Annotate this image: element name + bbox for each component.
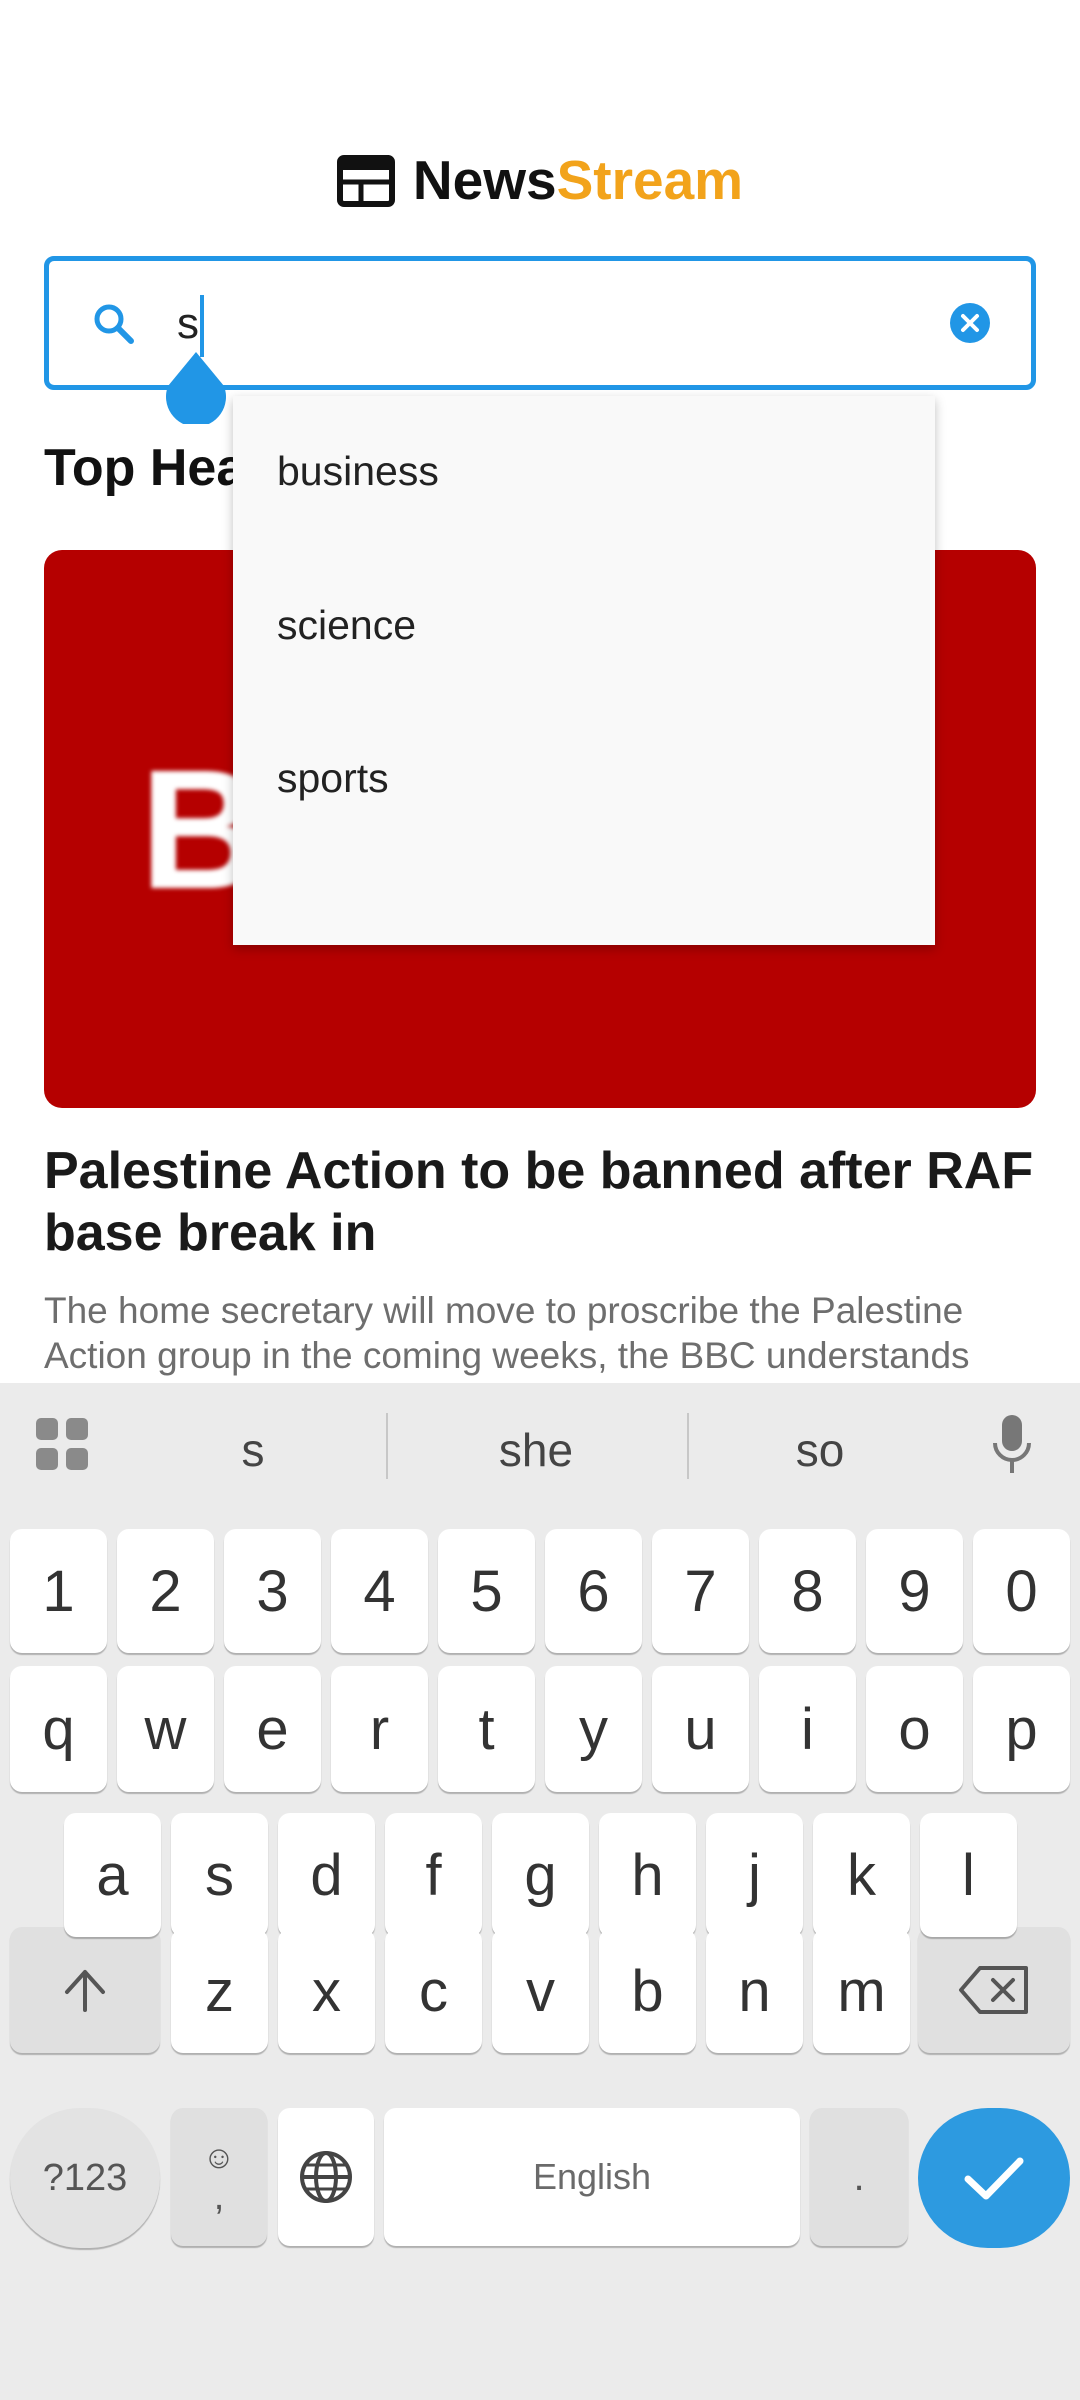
search-input[interactable] — [177, 289, 957, 359]
key-1[interactable]: 1 — [10, 1529, 107, 1653]
text-selection-handle[interactable] — [164, 352, 228, 424]
article-summary: The home secretary will move to proscrib… — [44, 1290, 970, 1376]
suggestion-divider — [687, 1413, 689, 1479]
app-logo: NewsStream — [0, 148, 1080, 212]
key-e[interactable]: e — [224, 1666, 321, 1792]
backspace-key[interactable] — [918, 1927, 1070, 2053]
microphone-icon[interactable] — [990, 1413, 1034, 1477]
key-d[interactable]: d — [278, 1813, 375, 1937]
space-key[interactable]: English — [384, 2108, 800, 2246]
suggestion-business[interactable]: business — [277, 448, 439, 495]
key-3[interactable]: 3 — [224, 1529, 321, 1653]
key-r[interactable]: r — [331, 1666, 428, 1792]
key-c[interactable]: c — [385, 1929, 482, 2053]
key-0[interactable]: 0 — [973, 1529, 1070, 1653]
key-h[interactable]: h — [599, 1813, 696, 1937]
comma-label: , — [213, 2176, 225, 2218]
key-6[interactable]: 6 — [545, 1529, 642, 1653]
apps-grid-icon[interactable] — [34, 1416, 90, 1472]
key-u[interactable]: u — [652, 1666, 749, 1792]
shift-arrow-icon — [65, 1970, 105, 2012]
suggestion-bar: s she so — [0, 1383, 1080, 1513]
key-5[interactable]: 5 — [438, 1529, 535, 1653]
key-x[interactable]: x — [278, 1929, 375, 2053]
app-title: NewsStream — [412, 149, 744, 211]
key-g[interactable]: g — [492, 1813, 589, 1937]
language-key[interactable] — [278, 2108, 374, 2246]
key-o[interactable]: o — [866, 1666, 963, 1792]
symbols-key[interactable]: ?123 — [10, 2108, 160, 2248]
search-icon[interactable] — [91, 301, 137, 347]
key-7[interactable]: 7 — [652, 1529, 749, 1653]
key-y[interactable]: y — [545, 1666, 642, 1792]
word-suggestion-3[interactable]: so — [725, 1423, 915, 1477]
key-z[interactable]: z — [171, 1929, 268, 2053]
newspaper-icon — [336, 155, 395, 207]
word-suggestion-1[interactable]: s — [158, 1423, 348, 1477]
key-l[interactable]: l — [920, 1813, 1017, 1937]
key-s[interactable]: s — [171, 1813, 268, 1937]
clear-icon[interactable] — [949, 302, 991, 344]
autocomplete-dropdown: business science sports — [233, 396, 935, 945]
soft-keyboard: s she so ?123 ☺ , English . 1 2 3 4 5 6 … — [0, 1383, 1080, 2400]
checkmark-icon — [964, 2157, 1024, 2200]
key-2[interactable]: 2 — [117, 1529, 214, 1653]
emoji-icon: ☺ — [202, 2139, 236, 2175]
suggestion-divider — [386, 1413, 388, 1479]
text-cursor — [200, 295, 204, 357]
shift-key[interactable] — [10, 1927, 160, 2053]
suggestion-science[interactable]: science — [277, 602, 416, 649]
key-q[interactable]: q — [10, 1666, 107, 1792]
key-p[interactable]: p — [973, 1666, 1070, 1792]
enter-key[interactable] — [918, 2108, 1070, 2248]
key-b[interactable]: b — [599, 1929, 696, 2053]
key-9[interactable]: 9 — [866, 1529, 963, 1653]
key-a[interactable]: a — [64, 1813, 161, 1937]
key-8[interactable]: 8 — [759, 1529, 856, 1653]
article-headline[interactable]: Palestine Action to be banned after RAF … — [44, 1140, 1044, 1264]
key-v[interactable]: v — [492, 1929, 589, 2053]
suggestion-sports[interactable]: sports — [277, 755, 389, 802]
period-key[interactable]: . — [810, 2108, 908, 2246]
backspace-icon — [959, 1966, 1028, 2014]
key-i[interactable]: i — [759, 1666, 856, 1792]
key-t[interactable]: t — [438, 1666, 535, 1792]
globe-icon — [300, 2151, 352, 2203]
key-m[interactable]: m — [813, 1929, 910, 2053]
emoji-comma-key[interactable]: ☺ , — [171, 2108, 267, 2246]
key-4[interactable]: 4 — [331, 1529, 428, 1653]
word-suggestion-2[interactable]: she — [441, 1423, 631, 1477]
key-j[interactable]: j — [706, 1813, 803, 1937]
key-f[interactable]: f — [385, 1813, 482, 1937]
key-w[interactable]: w — [117, 1666, 214, 1792]
key-n[interactable]: n — [706, 1929, 803, 2053]
key-k[interactable]: k — [813, 1813, 910, 1937]
